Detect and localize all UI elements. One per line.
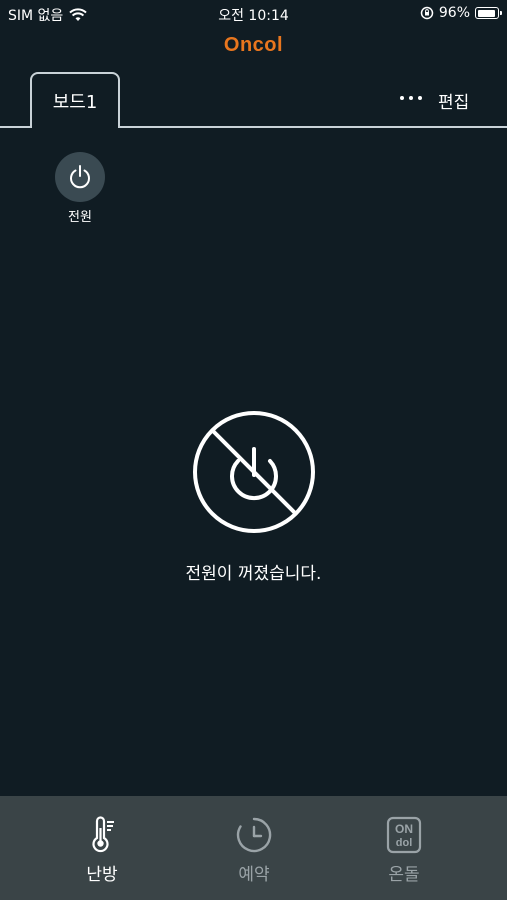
edit-button[interactable]: 편집: [438, 88, 469, 113]
svg-text:dol: dol: [396, 837, 413, 849]
bottom-nav: 난방 예약 ON dol 온돌: [0, 796, 507, 900]
clock-icon: [236, 817, 272, 853]
more-dots-icon[interactable]: [400, 92, 422, 104]
power-off-message: 전원이 꺼졌습니다.: [185, 564, 322, 584]
tab-board-label: 보드1: [52, 92, 98, 113]
status-right: 96%: [420, 5, 502, 21]
ondol-logo-icon: ON dol: [386, 816, 422, 854]
nav-item-heating[interactable]: 난방: [52, 816, 152, 886]
power-label: 전원: [68, 210, 92, 225]
nav-label-heating: 난방: [86, 865, 118, 885]
nav-item-reservation[interactable]: 예약: [204, 816, 304, 886]
power-button[interactable]: [55, 152, 105, 202]
board-tab-row: 보드1 편집: [0, 72, 507, 130]
nav-label-reservation: 예약: [238, 865, 270, 885]
status-bar: SIM 없음 오전 10:14 96%: [0, 0, 507, 28]
app-logo: Oncol: [223, 34, 284, 56]
nav-item-ondol[interactable]: ON dol 온돌: [354, 816, 454, 886]
nav-label-ondol: 온돌: [388, 865, 420, 885]
rotation-lock-icon: [420, 6, 434, 20]
battery-fill: [477, 9, 495, 17]
power-off-prohibited-icon: [193, 411, 315, 533]
battery-percent: 96%: [438, 5, 470, 21]
thermometer-icon: [92, 816, 114, 853]
svg-text:ON: ON: [395, 822, 413, 836]
power-icon: [70, 165, 90, 189]
tab-board-1[interactable]: 보드1: [30, 72, 120, 130]
battery-icon: [475, 7, 502, 19]
